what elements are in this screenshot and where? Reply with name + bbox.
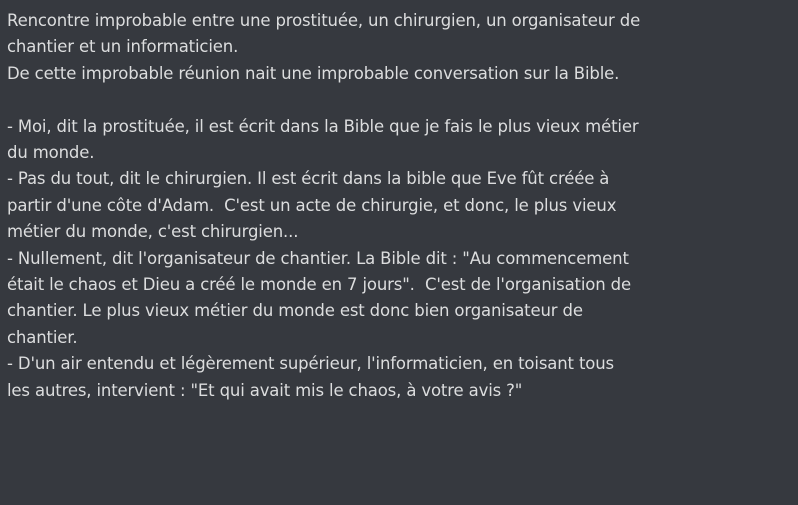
message-line: chantier et un informaticien. <box>7 37 239 57</box>
message-line: - D'un air entendu et légèrement supérie… <box>7 354 614 374</box>
message-line: - Pas du tout, dit le chirurgien. Il est… <box>7 169 610 189</box>
message-line: - Moi, dit la prostituée, il est écrit d… <box>7 116 639 136</box>
message-line: Rencontre improbable entre une prostitué… <box>7 11 641 30</box>
message-line: - Nullement, dit l'organisateur de chant… <box>7 248 629 268</box>
message-line: métier du monde, c'est chirurgien... <box>7 222 299 242</box>
message-line: chantier. <box>7 327 78 347</box>
message-line: du monde. <box>7 143 95 163</box>
message-line: les autres, intervient : "Et qui avait m… <box>7 380 523 400</box>
message-line: partir d'une côte d'Adam. C'est un acte … <box>7 195 617 215</box>
message-line: De cette improbable réunion nait une imp… <box>7 63 620 83</box>
message-content: Rencontre improbable entre une prostitué… <box>7 8 792 404</box>
message-line: était le chaos et Dieu a créé le monde e… <box>7 275 631 295</box>
message-line: chantier. Le plus vieux métier du monde … <box>7 301 583 321</box>
